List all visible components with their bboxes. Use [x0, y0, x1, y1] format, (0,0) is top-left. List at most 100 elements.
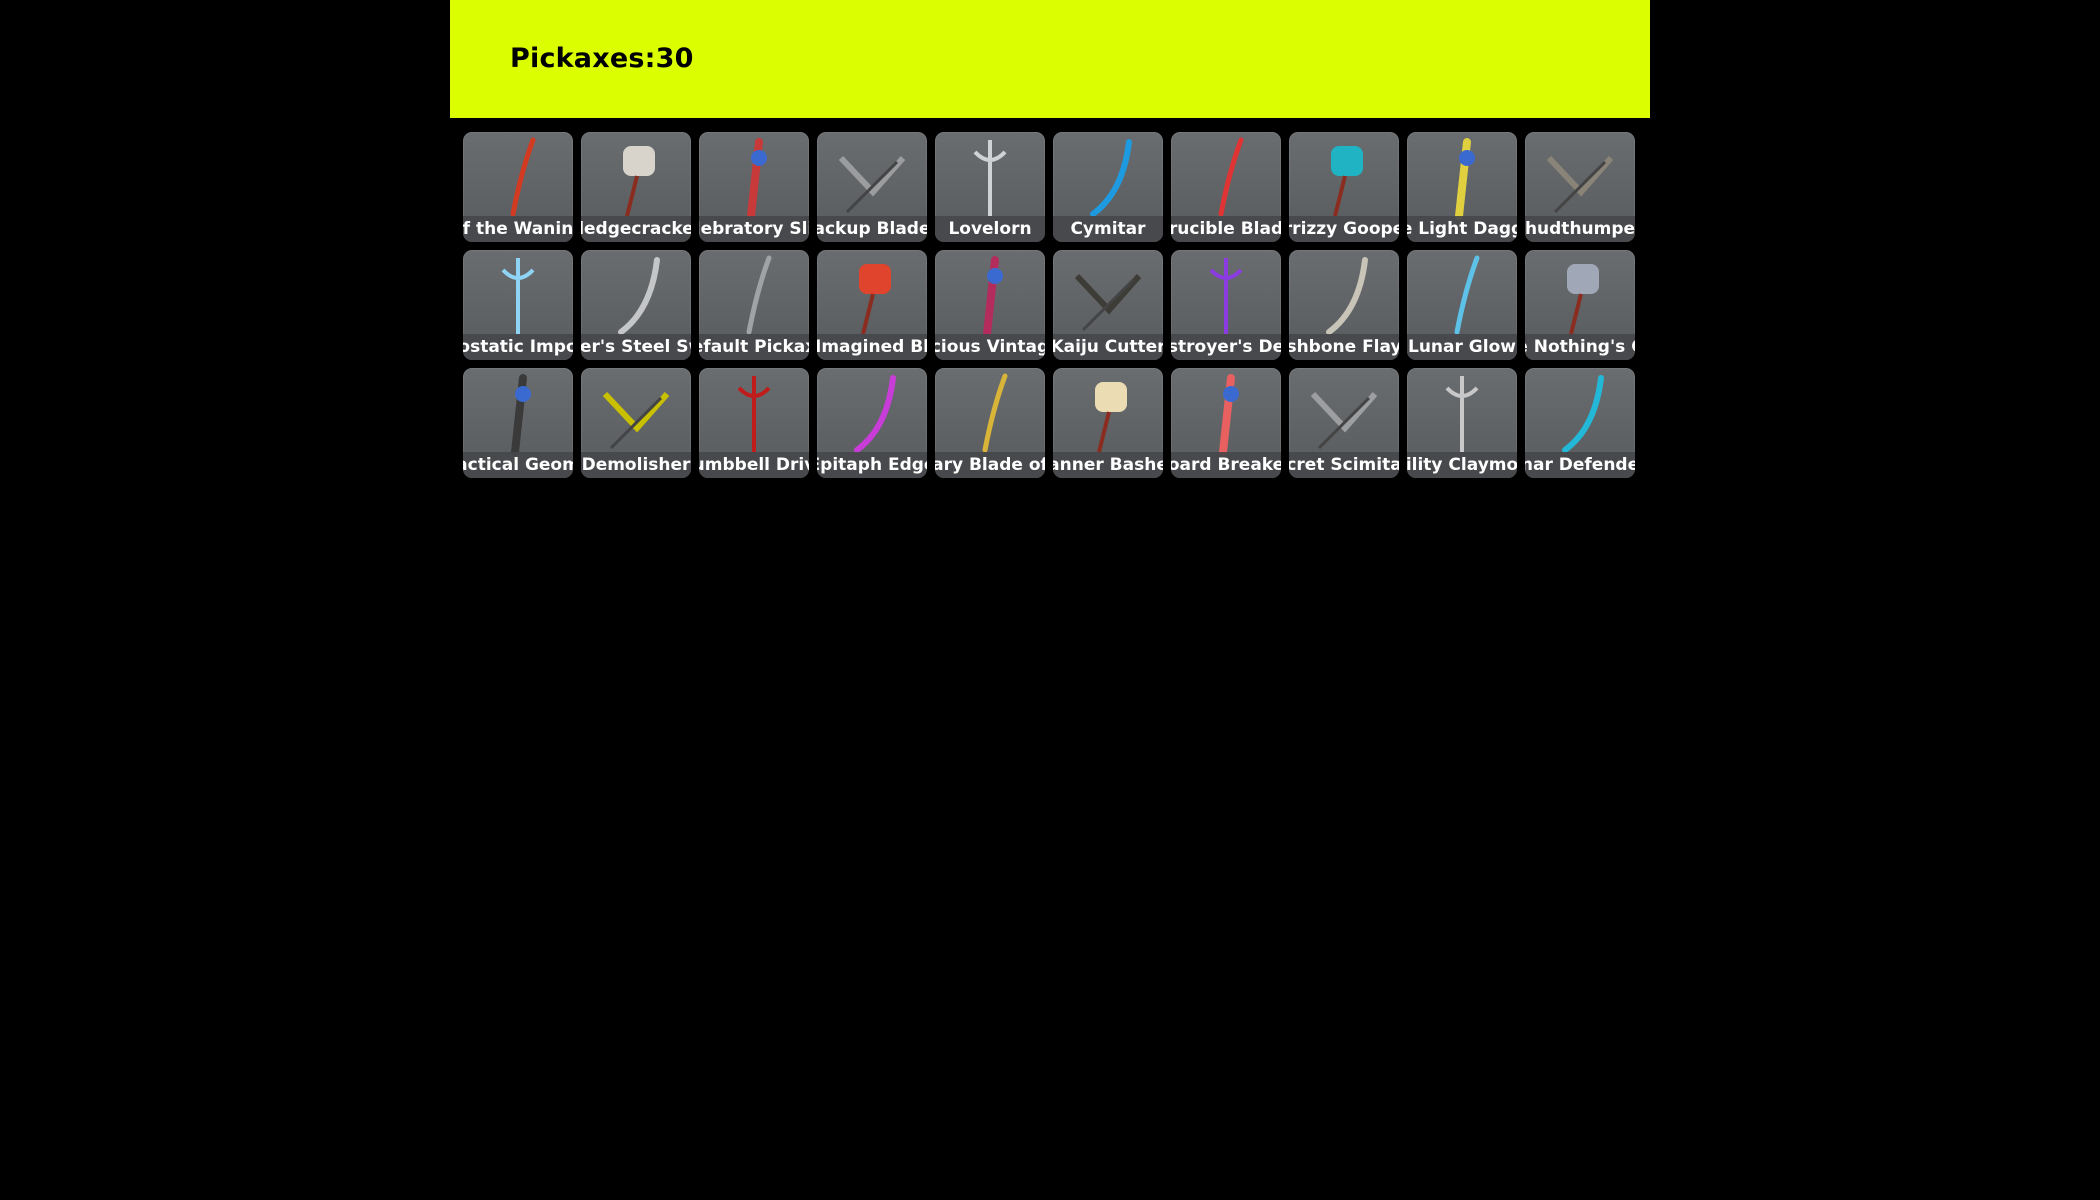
pickaxe-card[interactable]: f the Wanin: [463, 132, 573, 242]
pickaxe-card[interactable]: hudthumpe: [1525, 132, 1635, 242]
pickaxe-card[interactable]: shbone Flay: [1289, 250, 1399, 360]
pickaxe-name-text: ledgecracke: [581, 219, 691, 239]
pickaxe-name: Cymitar: [1053, 216, 1163, 242]
pickaxe-name-text: umbbell Driv: [699, 455, 809, 475]
pickaxe-name: f the Wanin: [463, 216, 573, 242]
pickaxe-name: ostatic Impo: [463, 334, 573, 360]
pickaxe-name-text: actical Geom: [463, 455, 573, 475]
pickaxe-name: actical Geom: [463, 452, 573, 478]
pickaxe-card[interactable]: cret Scimita: [1289, 368, 1399, 478]
pickaxe-card[interactable]: rucible Blad: [1171, 132, 1281, 242]
dumbbell-hammer-icon: [737, 376, 771, 452]
hooked-hammer-icon: [1546, 155, 1614, 214]
pickaxe-name: ility Claymo: [1407, 452, 1517, 478]
pickaxe-card[interactable]: ledgecracke: [581, 132, 691, 242]
red-blade-icon: [859, 264, 891, 335]
header-bar: Pickaxes:30: [450, 0, 1650, 118]
pickaxe-name-text: Lunar Glow: [1408, 337, 1516, 357]
pickaxe-card[interactable]: actical Geom: [463, 368, 573, 478]
pickaxe-name: nar Defende: [1525, 452, 1635, 478]
red-claymore-icon: [1445, 376, 1479, 452]
pickaxe-card[interactable]: Lunar Glow: [1407, 250, 1517, 360]
pickaxe-name: efault Pickax: [699, 334, 809, 360]
pickaxe-name-text: rrizzy Goope: [1289, 219, 1399, 239]
pickaxe-name: ledgecracke: [581, 216, 691, 242]
hazard-hammer-icon: [602, 391, 670, 450]
pickaxe-name: cret Scimita: [1289, 452, 1399, 478]
cyan-blade-icon: [1562, 375, 1604, 453]
crossed-axes-icon: [838, 155, 906, 214]
pickaxe-card[interactable]: cious Vintag: [935, 250, 1045, 360]
pickaxe-card[interactable]: Lovelorn: [935, 132, 1045, 242]
pickaxe-name: ary Blade of: [935, 452, 1045, 478]
pickaxe-name: Lovelorn: [935, 216, 1045, 242]
pickaxe-name: e Light Dagg: [1407, 216, 1517, 242]
pickaxe-card[interactable]: e Light Dagg: [1407, 132, 1517, 242]
fishbone-scythe-icon: [1326, 257, 1368, 335]
pickaxe-card[interactable]: ary Blade of: [935, 368, 1045, 478]
pickaxe-card[interactable]: Epitaph Edge: [817, 368, 927, 478]
winged-daggers-icon: [1455, 138, 1475, 220]
page-title: Pickaxes:30: [510, 43, 694, 74]
pickaxe-card[interactable]: umbbell Driv: [699, 368, 809, 478]
pickaxe-card[interactable]: rrizzy Goope: [1289, 132, 1399, 242]
pickaxe-card[interactable]: oard Breake: [1171, 368, 1281, 478]
pickaxe-card[interactable]: anner Bashe: [1053, 368, 1163, 478]
main-panel: Pickaxes:30 f the Wanin ledgecracke lebrat…: [450, 0, 1650, 1200]
pickaxe-card[interactable]: ackup Blade: [817, 132, 927, 242]
pickaxe-name: her's Steel Sw: [581, 334, 691, 360]
pickaxe-name-text: anner Bashe: [1053, 455, 1163, 475]
pickaxe-card[interactable]: Demolisher: [581, 368, 691, 478]
pickaxe-name-text: Imagined Bl: [817, 337, 927, 357]
pickaxe-name-text: ility Claymo: [1407, 455, 1517, 475]
pickaxe-card[interactable]: Imagined Bl: [817, 250, 927, 360]
pickaxe-card[interactable]: Cymitar: [1053, 132, 1163, 242]
pickaxe-name-text: Demolisher: [581, 455, 691, 475]
pickaxe-name-text: Lovelorn: [948, 219, 1032, 239]
golden-sword-icon: [982, 373, 1008, 453]
pickaxe-card[interactable]: nar Defende: [1525, 368, 1635, 478]
red-crystal-blade-icon: [1218, 137, 1244, 217]
pickaxe-card[interactable]: stroyer's De: [1171, 250, 1281, 360]
pickaxe-name-text: nar Defende: [1525, 455, 1635, 475]
pickaxe-name: Imagined Bl: [817, 334, 927, 360]
pickaxe-grid: f the Wanin ledgecracke lebratory Sli ackup…: [463, 132, 1635, 478]
steel-sword-icon: [618, 257, 660, 335]
pickaxe-name-text: stroyer's De: [1171, 337, 1281, 357]
pickaxe-name-text: shbone Flay: [1289, 337, 1399, 357]
pickaxe-card[interactable]: e Nothing's C: [1525, 250, 1635, 360]
pink-sword-icon: [854, 375, 896, 453]
twin-masks-icon: [983, 256, 1003, 338]
pickaxe-name-text: f the Wanin: [463, 219, 573, 239]
pickaxe-card[interactable]: efault Pickax: [699, 250, 809, 360]
pickaxe-card[interactable]: ostatic Impo: [463, 250, 573, 360]
pickaxe-name: lebratory Sli: [699, 216, 809, 242]
pickaxe-name-text: oard Breake: [1171, 455, 1281, 475]
purple-eye-axe-icon: [1209, 258, 1243, 334]
ice-spear-icon: [501, 258, 535, 334]
pickaxe-name: e Nothing's C: [1525, 334, 1635, 360]
pickaxe-name: Lunar Glow: [1407, 334, 1517, 360]
pickaxe-name-text: ary Blade of: [935, 455, 1045, 475]
pickaxe-name: ackup Blade: [817, 216, 927, 242]
pickaxe-name: Epitaph Edge: [817, 452, 927, 478]
pickaxe-name-text: ackup Blade: [817, 219, 927, 239]
sledgehammer-icon: [623, 146, 655, 217]
pickaxe-card[interactable]: ility Claymo: [1407, 368, 1517, 478]
dark-spike-blade-icon: [1567, 264, 1599, 335]
confetti-popper-icon: [747, 138, 767, 220]
silver-trident-icon: [973, 140, 1007, 216]
pickaxe-name: anner Bashe: [1053, 452, 1163, 478]
pickaxe-name-text: e Nothing's C: [1525, 337, 1635, 357]
pickaxe-name-text: Epitaph Edge: [817, 455, 927, 475]
red-scythe-blade-icon: [510, 137, 536, 217]
pickaxe-name: Kaiju Cutter: [1053, 334, 1163, 360]
pickaxe-card[interactable]: Kaiju Cutter: [1053, 250, 1163, 360]
pickaxe-name: umbbell Driv: [699, 452, 809, 478]
pickaxe-name: oard Breake: [1171, 452, 1281, 478]
default-pickaxe-icon: [746, 255, 772, 335]
pickaxe-card[interactable]: lebratory Sli: [699, 132, 809, 242]
pickaxe-card[interactable]: her's Steel Sw: [581, 250, 691, 360]
pickaxe-name: stroyer's De: [1171, 334, 1281, 360]
pickaxe-name: rucible Blad: [1171, 216, 1281, 242]
